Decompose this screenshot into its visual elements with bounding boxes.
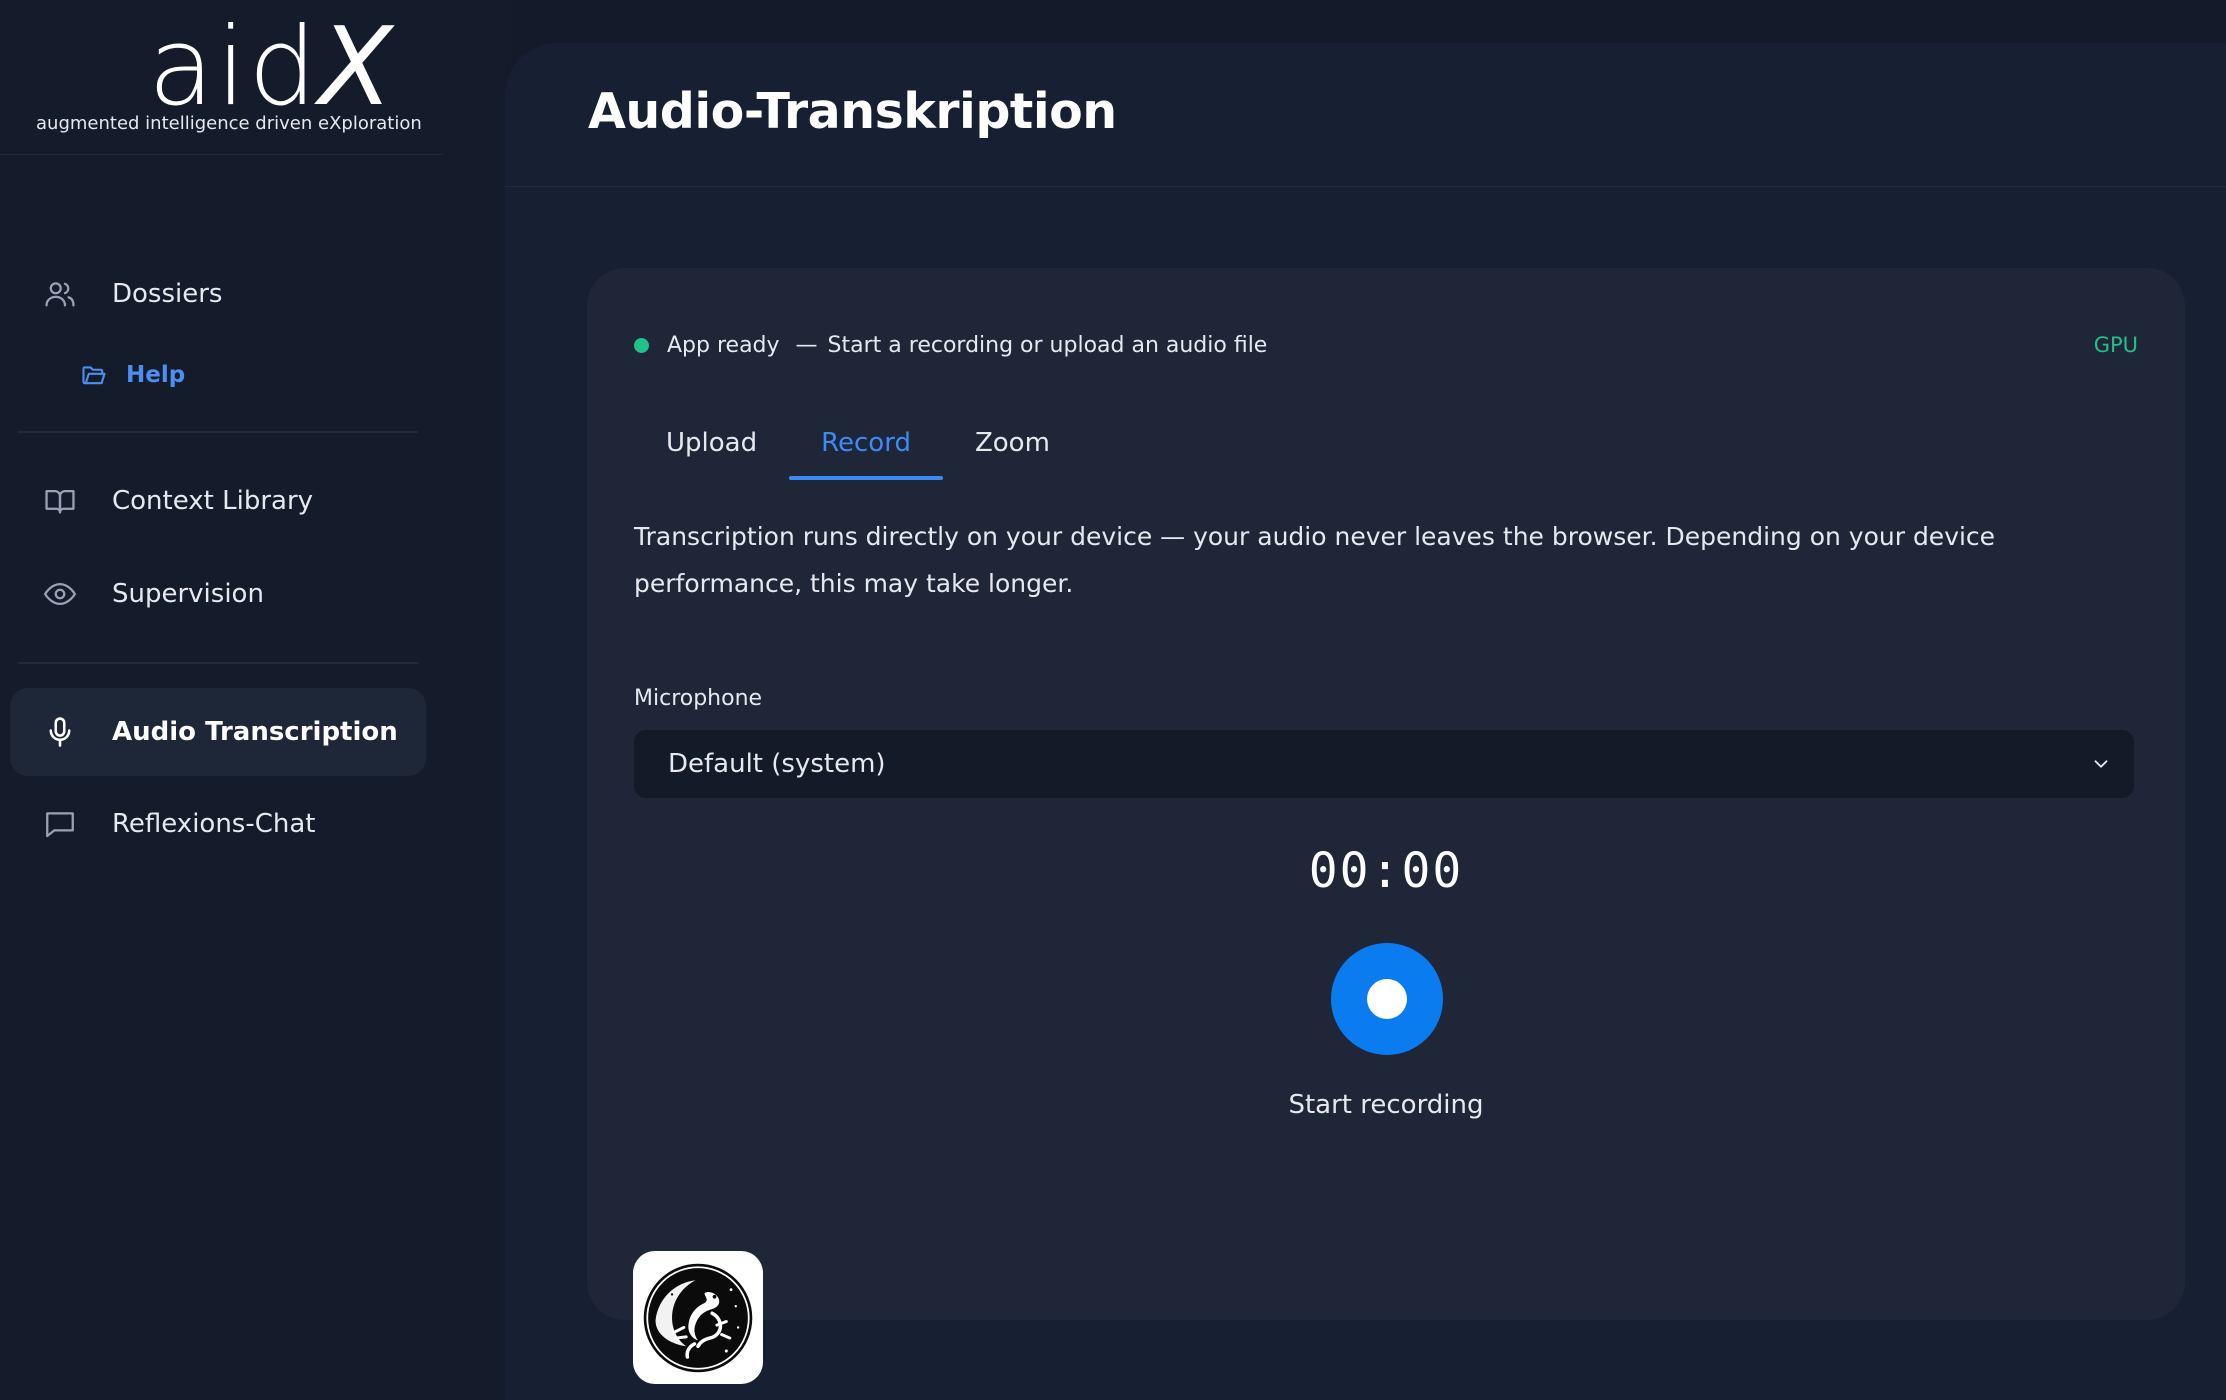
sidebar-item-context-library[interactable]: Context Library [10,457,426,545]
sidebar-item-reflexions-chat[interactable]: Reflexions-Chat [10,780,426,868]
chevron-down-icon [2094,760,2108,768]
tab-record[interactable]: Record [789,408,943,480]
sidebar-item-label: Supervision [112,579,264,609]
app-root: aidX augmented intelligence driven eXplo… [0,0,2226,1400]
record-dot-icon [1367,979,1407,1019]
microphone-select[interactable]: Default (system) [634,730,2134,798]
users-icon [42,276,78,312]
sidebar-item-label: Dossiers [112,279,223,309]
status-bar: App ready — Start a recording or upload … [634,333,1267,358]
gecko-app-logo[interactable] [633,1251,763,1384]
status-state: App ready [667,333,780,358]
book-open-icon [42,483,78,519]
recording-timer: 00:00 [1308,843,1464,899]
sidebar-item-help[interactable]: Help [80,355,185,395]
sidebar-item-supervision[interactable]: Supervision [10,550,426,638]
microphone-label: Microphone [634,686,763,711]
status-message: Start a recording or upload an audio fil… [827,333,1268,358]
sidebar-item-label: Help [126,362,186,388]
transcription-card: App ready — Start a recording or upload … [587,268,2185,1320]
tab-upload[interactable]: Upload [634,408,789,478]
sidebar-item-audio-transcription[interactable]: Audio Transcription [10,688,426,776]
brand-tagline: augmented intelligence driven eXploratio… [36,113,422,134]
sidebar-divider [18,662,418,664]
tab-zoom[interactable]: Zoom [943,408,1082,478]
microphone-icon [42,714,78,750]
sidebar-item-label: Context Library [112,486,314,516]
folder-open-icon [80,360,110,390]
brand-logo[interactable]: aidX augmented intelligence driven eXplo… [0,0,443,155]
chat-bubble-icon [42,806,78,842]
page-header: Audio-Transkription [505,43,2226,187]
microphone-select-value: Default (system) [668,749,886,779]
mode-tabs: Upload Record Zoom [634,408,1082,480]
main-content: Audio-Transkription App ready — Start a … [505,43,2226,1400]
status-separator: — [795,333,818,358]
eye-icon [42,576,78,612]
start-recording-button[interactable] [1331,943,1443,1055]
sidebar-item-label: Reflexions-Chat [112,809,316,839]
gecko-icon [643,1263,753,1372]
gpu-badge: GPU [2093,333,2138,357]
sidebar: aidX augmented intelligence driven eXplo… [0,0,505,1400]
privacy-description: Transcription runs directly on your devi… [634,522,1996,598]
status-indicator [634,338,649,353]
sidebar-divider [18,431,418,433]
sidebar-item-label: Audio Transcription [112,717,398,747]
start-recording-label[interactable]: Start recording [587,1090,2185,1120]
page-title: Audio-Transkription [588,83,1117,140]
sidebar-item-dossiers[interactable]: Dossiers [10,250,426,338]
